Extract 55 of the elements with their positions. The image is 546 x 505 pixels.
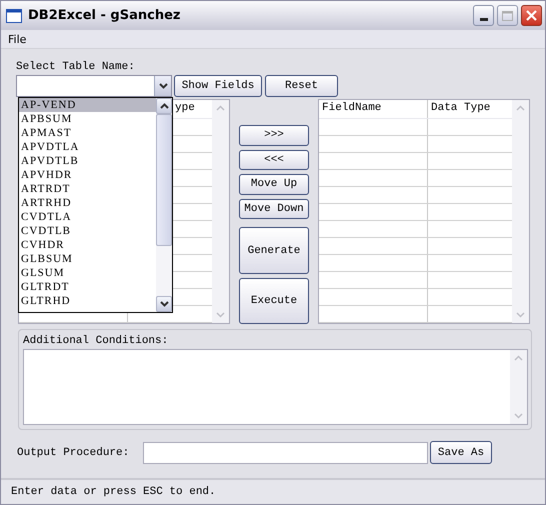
conditions-label: Additional Conditions: [23,335,170,349]
move-button[interactable]: Move Down [239,198,309,220]
column-header[interactable]: FieldName [319,100,428,118]
scroll-down-icon [516,312,525,318]
scroll-up-icon [216,105,225,111]
table-option[interactable]: GLBSUM [19,252,156,266]
table-option[interactable]: GLTRDT [19,280,156,294]
minimize-icon [480,18,488,21]
table-name-label: Select Table Name: [16,61,136,73]
action-button[interactable]: Execute [239,278,309,324]
scroll-down-icon [514,413,523,419]
table-option[interactable]: APVDTLA [19,140,156,154]
reset-button[interactable]: Reset [265,75,338,97]
move-button[interactable]: Move Up [239,174,309,195]
table-option[interactable]: GLTRHD [19,294,156,308]
action-button[interactable]: Generate [239,227,309,274]
scrollbar[interactable] [212,100,229,323]
table-option[interactable]: CVHDR [19,238,156,252]
table-option[interactable]: GLSUM [19,266,156,280]
table-option[interactable]: ARTRDT [19,182,156,196]
table-option[interactable]: ARTRHD [19,196,156,210]
move-button[interactable]: >>> [239,125,309,146]
move-button[interactable]: <<< [239,150,309,170]
scroll-thumb[interactable] [156,114,172,246]
table-option[interactable]: AP-VEND [19,98,156,112]
scrollbar[interactable] [512,100,529,323]
output-procedure-label: Output Procedure: [17,446,130,458]
window-icon [6,8,22,22]
status-text: Enter data or press ESC to end. [11,486,216,498]
scroll-up-icon [514,355,523,361]
column-header[interactable]: Data Type [428,100,512,118]
column-header[interactable]: ype [175,100,195,118]
table-option[interactable]: APVHDR [19,168,156,182]
close-icon [526,10,537,21]
maximize-icon [502,10,513,20]
minimize-button[interactable] [473,5,494,26]
table-option[interactable]: APMAST [19,126,156,140]
menu-item[interactable]: File [8,32,26,46]
table-option[interactable]: APBSUM [19,112,156,126]
window-title: DB2Excel - gSanchez [28,8,180,23]
scroll-down-icon [156,296,172,312]
scroll-up-icon [516,105,525,111]
scrollbar[interactable] [510,350,527,424]
save-as-button[interactable]: Save As [430,441,492,464]
scroll-down-icon [216,312,225,318]
show-fields-button[interactable]: Show Fields [174,75,262,97]
table-option[interactable]: CVDTLA [19,210,156,224]
close-button[interactable] [521,5,542,26]
table-name-combo[interactable] [16,75,172,97]
scrollbar[interactable] [156,98,172,312]
table-option[interactable]: CVDTLB [19,224,156,238]
output-procedure-field[interactable] [143,442,428,464]
conditions-text-area[interactable] [23,349,528,425]
table-option[interactable]: APVDTLB [19,154,156,168]
scroll-up-icon [156,98,172,114]
